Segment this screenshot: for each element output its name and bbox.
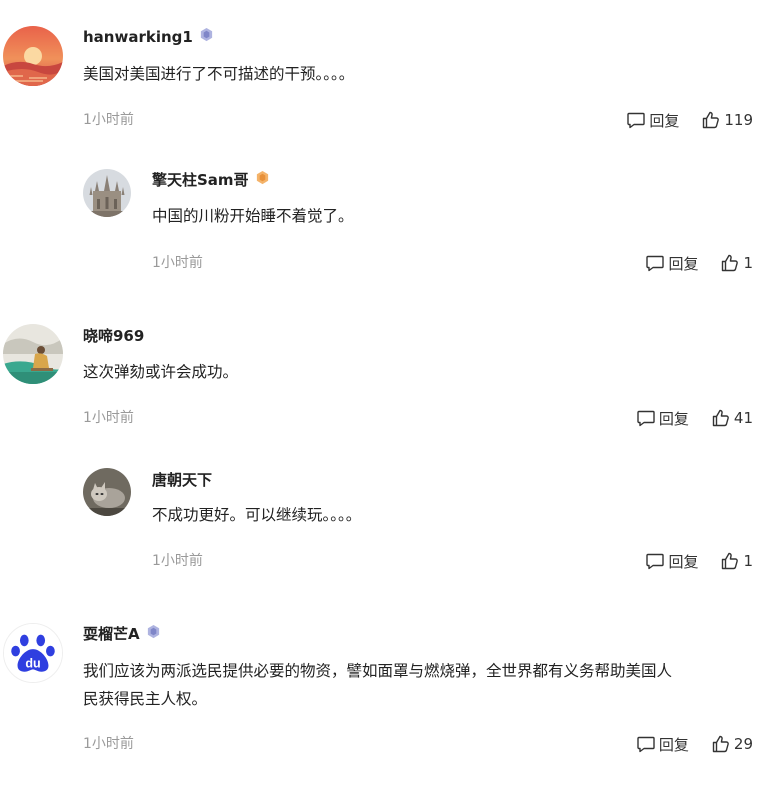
reply-label: 回复 — [668, 552, 699, 571]
username[interactable]: 晓啼969 — [83, 326, 144, 346]
comment-time: 1小时前 — [83, 112, 134, 128]
reply-icon — [636, 734, 659, 754]
comment-actions: 回复 29 — [636, 733, 753, 755]
comment-text-line: 民获得民主人权。 — [83, 690, 208, 708]
like-button[interactable]: 1 — [720, 551, 753, 571]
comment-item: 晓啼969 这次弹劾或许会成功。 1小时前 回复 41 — [0, 300, 775, 450]
reply-label: 回复 — [658, 409, 689, 428]
reply-icon — [636, 408, 659, 428]
comment-actions: 回复 119 — [626, 109, 753, 131]
reply-button[interactable]: 回复 — [636, 408, 689, 429]
username-text[interactable]: hanwarking1 — [83, 27, 193, 47]
like-count: 41 — [733, 409, 753, 427]
reply-button[interactable]: 回复 — [645, 253, 698, 274]
level-badge-icon — [199, 27, 214, 47]
like-button[interactable]: 29 — [711, 734, 753, 754]
comment-text: 美国对美国进行了不可描述的干预。。。。 — [83, 65, 355, 83]
username[interactable]: 耍榴芒A — [83, 624, 161, 644]
username[interactable]: 唐朝天下 — [152, 470, 212, 490]
username-text[interactable]: 晓啼969 — [83, 326, 144, 346]
username[interactable]: hanwarking1 — [83, 27, 214, 47]
comment-text: 不成功更好。可以继续玩。。。。 — [152, 506, 362, 524]
thumbs-up-icon — [720, 551, 743, 571]
comment-actions: 回复 41 — [636, 407, 753, 429]
comment-time: 1小时前 — [83, 410, 134, 426]
cathedral-avatar[interactable] — [83, 169, 131, 217]
comment-item: hanwarking1 美国对美国进行了不可描述的干预。。。。 1小时前 回复 … — [0, 0, 775, 150]
comment-actions: 回复 1 — [645, 550, 753, 572]
reply-button[interactable]: 回复 — [636, 734, 689, 755]
reply-button[interactable]: 回复 — [626, 110, 679, 131]
level-badge-icon — [255, 170, 270, 190]
reply-icon — [645, 253, 668, 273]
baidu-du-text: du — [25, 657, 40, 671]
reply-item: 擎天柱Sam哥 中国的川粉开始睡不着觉了。 1小时前 回复 1 — [0, 150, 775, 295]
comment-time: 1小时前 — [152, 255, 203, 271]
thumbs-up-icon — [711, 408, 734, 428]
thumbs-up-icon — [720, 253, 743, 273]
comment-item: du 耍榴芒A 我们应该为两派选民提供必要的物资，譬如面罩与燃烧弹，全世界都有义… — [0, 600, 775, 788]
painting-avatar[interactable] — [3, 324, 63, 384]
reply-item: 唐朝天下 不成功更好。可以继续玩。。。。 1小时前 回复 1 — [0, 450, 775, 595]
like-button[interactable]: 41 — [711, 408, 753, 428]
like-button[interactable]: 1 — [720, 253, 753, 273]
reply-label: 回复 — [658, 735, 689, 754]
reply-label: 回复 — [668, 254, 699, 273]
comment-text: 中国的川粉开始睡不着觉了。 — [152, 207, 354, 225]
username-text[interactable]: 唐朝天下 — [152, 470, 212, 490]
reply-button[interactable]: 回复 — [645, 551, 698, 572]
like-button[interactable]: 119 — [701, 110, 753, 130]
username-text[interactable]: 耍榴芒A — [83, 624, 140, 644]
username-text[interactable]: 擎天柱Sam哥 — [152, 170, 249, 190]
reply-icon — [626, 110, 649, 130]
thumbs-up-icon — [711, 734, 734, 754]
cat-avatar[interactable] — [83, 468, 131, 516]
sunset-avatar[interactable] — [3, 26, 63, 86]
level-badge-icon — [146, 624, 161, 644]
like-count: 119 — [724, 111, 753, 129]
comment-text: 我们应该为两派选民提供必要的物资，譬如面罩与燃烧弹，全世界都有义务帮助美国人 民… — [83, 657, 773, 713]
comment-text-line: 我们应该为两派选民提供必要的物资，譬如面罩与燃烧弹，全世界都有义务帮助美国人 — [83, 662, 673, 680]
like-count: 29 — [733, 735, 753, 753]
like-count: 1 — [743, 254, 753, 272]
comment-time: 1小时前 — [152, 553, 203, 569]
reply-label: 回复 — [649, 111, 680, 130]
comment-time: 1小时前 — [83, 736, 134, 752]
thumbs-up-icon — [701, 110, 724, 130]
baidu-paw-avatar[interactable]: du — [3, 623, 63, 683]
like-count: 1 — [743, 552, 753, 570]
comment-text: 这次弹劾或许会成功。 — [83, 363, 239, 381]
reply-icon — [645, 551, 668, 571]
username[interactable]: 擎天柱Sam哥 — [152, 170, 270, 190]
comment-actions: 回复 1 — [645, 252, 753, 274]
